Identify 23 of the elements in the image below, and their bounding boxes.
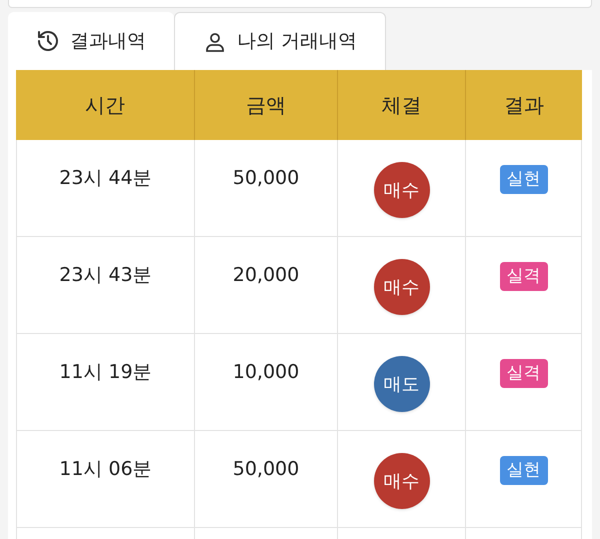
time-text: 11시 19분 bbox=[59, 360, 152, 384]
column-header: 시간 bbox=[16, 70, 195, 140]
amount-text: 20,000 bbox=[232, 263, 300, 287]
amount-text: 10,000 bbox=[232, 360, 300, 384]
amount-text: 50,000 bbox=[232, 166, 300, 190]
time-text: 23시 43분 bbox=[59, 263, 152, 287]
result-badge: 실현 bbox=[500, 456, 548, 485]
column-header: 결과 bbox=[503, 92, 545, 119]
column-header: 체결 bbox=[338, 70, 466, 140]
tab[interactable]: 결과내역 bbox=[8, 12, 174, 70]
result-badge: 실격 bbox=[500, 262, 548, 291]
tab[interactable]: 나의 거래내역 bbox=[174, 12, 386, 70]
result-badge: 실현 bbox=[500, 165, 548, 194]
time-text: 23시 44분 bbox=[59, 166, 152, 190]
trade-badge: 매수 bbox=[374, 259, 430, 315]
trade-badge: 매수 bbox=[374, 453, 430, 509]
result-badge: 실격 bbox=[500, 359, 548, 388]
trade-badge: 매수 bbox=[374, 162, 430, 218]
time-text: 11시 06분 bbox=[59, 457, 152, 481]
trade-badge: 매도 bbox=[374, 356, 430, 412]
column-header: 금액 bbox=[195, 70, 338, 140]
history-icon bbox=[36, 29, 60, 53]
amount-text: 50,000 bbox=[232, 457, 300, 481]
